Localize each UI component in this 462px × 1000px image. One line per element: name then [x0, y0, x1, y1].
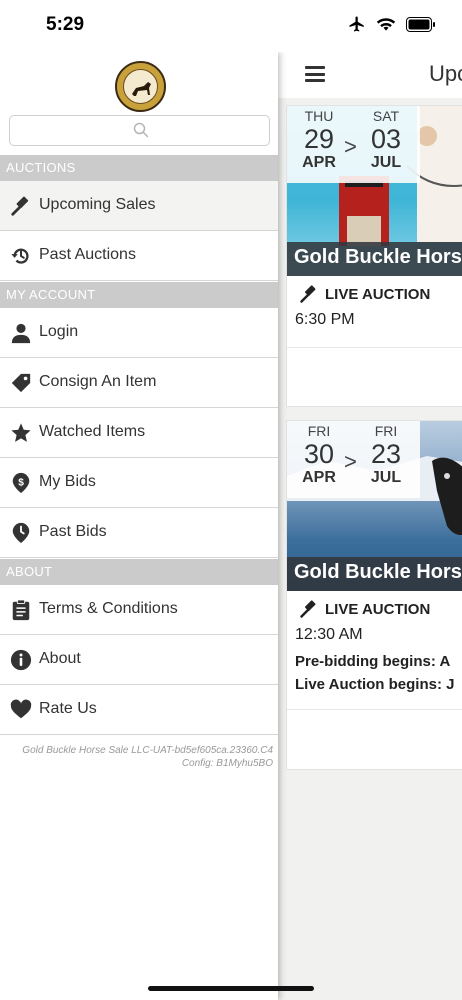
- auction-image: FRI 30 APR > FRI 23 JUL Gold Buckle Hors…: [287, 421, 462, 591]
- section-auctions: AUCTIONS: [0, 155, 278, 181]
- brand-logo: [115, 61, 166, 112]
- search-input[interactable]: [9, 115, 270, 146]
- history-icon: [11, 248, 29, 264]
- auction-card[interactable]: FRI 30 APR > FRI 23 JUL Gold Buckle Hors…: [286, 420, 462, 770]
- start-weekday: THU: [304, 108, 334, 124]
- menu-item-label: Login: [39, 323, 79, 340]
- menu-item-consign[interactable]: Consign An Item: [0, 358, 278, 408]
- end-weekday: SAT: [372, 108, 400, 124]
- auction-card[interactable]: THU 29 APR > SAT 03 JUL Gold Buckle Hors…: [286, 105, 462, 407]
- battery-icon: [406, 16, 435, 32]
- status-bar: 5:29: [0, 0, 462, 52]
- menu-item-my-bids[interactable]: $ My Bids: [0, 458, 278, 508]
- menu-item-label: Consign An Item: [39, 373, 157, 390]
- main-header: Upcoming Sales: [278, 52, 462, 98]
- home-indicator[interactable]: [148, 986, 314, 991]
- tag-icon: [11, 373, 31, 393]
- airplane-icon: [349, 16, 364, 32]
- star-icon: [11, 423, 31, 442]
- wifi-icon: [376, 18, 396, 31]
- menu-item-past-bids[interactable]: Past Bids: [0, 508, 278, 558]
- version-line: Gold Buckle Horse Sale LLC-UAT-bd5ef605c…: [22, 745, 273, 756]
- live-auction-info: Live Auction begins: J: [295, 676, 455, 693]
- status-time: 5:29: [46, 14, 85, 35]
- pre-bidding-info: Pre-bidding begins: A: [295, 653, 451, 670]
- auction-time: 12:30 AM: [295, 626, 363, 643]
- card-title-bar: Gold Buckle Horse Sale: [287, 242, 462, 276]
- start-day: 29: [303, 124, 335, 154]
- start-month: APR: [302, 469, 336, 486]
- clock-icon: [12, 522, 30, 544]
- card-title: Gold Buckle Horse Sale: [294, 561, 462, 583]
- date-range: FRI 30 APR > FRI 23 JUL: [287, 421, 420, 498]
- section-about: ABOUT: [0, 559, 278, 585]
- auction-time: 6:30 PM: [295, 311, 355, 328]
- config-line: Config: B1Myhu5BO: [181, 758, 273, 769]
- menu-item-login[interactable]: Login: [0, 308, 278, 358]
- menu-item-terms[interactable]: Terms & Conditions: [0, 585, 278, 635]
- end-day: 23: [370, 439, 402, 469]
- section-label: AUCTIONS: [6, 160, 76, 175]
- menu-item-label: My Bids: [39, 473, 96, 490]
- status-icons: [348, 15, 436, 33]
- heart-icon: [10, 699, 32, 719]
- menu-item-watched-items[interactable]: Watched Items: [0, 408, 278, 458]
- start-day: 30: [303, 439, 335, 469]
- main-panel: Upcoming Sales THU 29 APR >: [278, 52, 462, 1000]
- auction-type-label: LIVE AUCTION: [325, 285, 431, 303]
- menu-item-label: Upcoming Sales: [39, 196, 156, 213]
- menu-item-about[interactable]: About: [0, 635, 278, 685]
- gavel-icon: [300, 600, 316, 618]
- start-weekday: FRI: [307, 423, 331, 439]
- menu-item-upcoming-sales[interactable]: Upcoming Sales: [0, 181, 278, 231]
- section-my-account: MY ACCOUNT: [0, 282, 278, 308]
- divider: [287, 347, 462, 348]
- date-arrow: >: [344, 449, 357, 474]
- clipboard-icon: [12, 599, 30, 621]
- search-icon: [133, 122, 149, 138]
- auction-type: LIVE AUCTION: [299, 599, 430, 619]
- card-title: Gold Buckle Horse Sale: [294, 246, 462, 268]
- end-day: 03: [370, 124, 402, 154]
- end-weekday: FRI: [374, 423, 398, 439]
- menu-item-label: Watched Items: [39, 423, 146, 440]
- section-label: ABOUT: [6, 564, 53, 579]
- start-month: APR: [302, 154, 336, 171]
- hamburger-menu-icon[interactable]: [305, 66, 325, 82]
- card-title-bar: Gold Buckle Horse Sale: [287, 557, 462, 591]
- date-range: THU 29 APR > SAT 03 JUL: [287, 106, 420, 183]
- menu-item-rate-us[interactable]: Rate Us: [0, 685, 278, 735]
- menu-item-label: Rate Us: [39, 700, 97, 717]
- info-icon: [10, 649, 32, 671]
- page-title: Upcoming Sales: [429, 61, 462, 86]
- nav-drawer: AUCTIONS Upcoming Sales Past Auctions MY…: [0, 52, 278, 1000]
- date-arrow: >: [344, 134, 357, 159]
- menu-item-label: Terms & Conditions: [39, 600, 178, 617]
- auction-type-label: LIVE AUCTION: [325, 600, 431, 618]
- menu-item-past-auctions[interactable]: Past Auctions: [0, 231, 278, 281]
- auction-type: LIVE AUCTION: [299, 284, 430, 304]
- menu-item-label: Past Auctions: [39, 246, 136, 263]
- section-label: MY ACCOUNT: [6, 287, 96, 302]
- user-icon: [11, 323, 31, 344]
- gavel-icon: [11, 196, 29, 216]
- auction-image: THU 29 APR > SAT 03 JUL Gold Buckle Hors…: [287, 106, 462, 276]
- end-month: JUL: [370, 154, 402, 171]
- divider: [287, 709, 462, 710]
- menu-item-label: Past Bids: [39, 523, 107, 540]
- bid-dollar-icon: $: [12, 472, 30, 494]
- app-version-info: Gold Buckle Horse Sale LLC-UAT-bd5ef605c…: [22, 744, 273, 770]
- end-month: JUL: [370, 469, 402, 486]
- menu-item-label: About: [39, 650, 81, 667]
- gavel-icon: [300, 285, 316, 303]
- svg-text:$: $: [18, 477, 24, 488]
